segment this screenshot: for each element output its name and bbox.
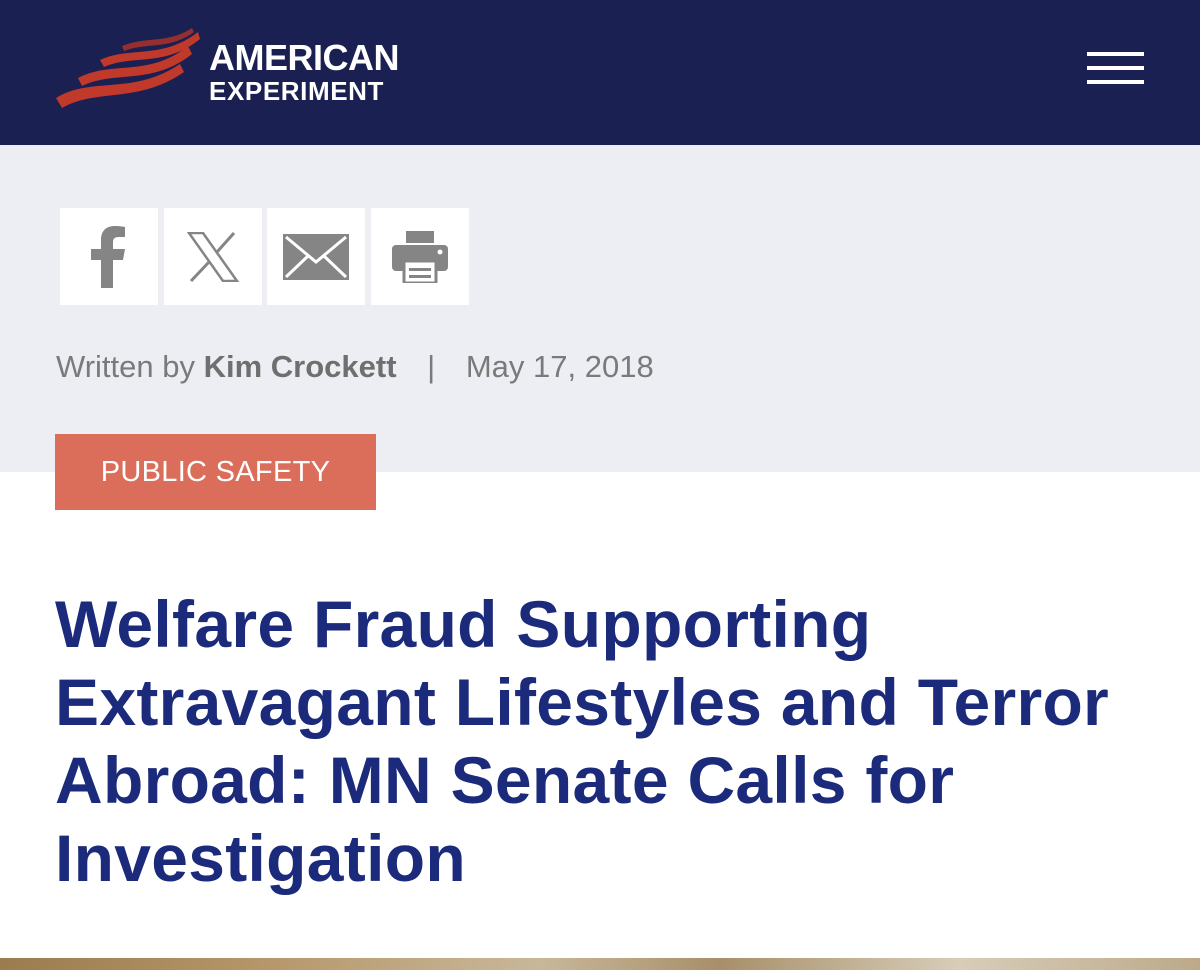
publish-date: May 17, 2018 [459, 349, 696, 395]
byline-prefix: Written by [56, 349, 195, 384]
share-print-button[interactable] [371, 208, 469, 305]
facebook-icon [91, 225, 125, 288]
author-name[interactable]: Kim Crockett [204, 349, 397, 384]
site-logo[interactable]: AMERICAN EXPERIMENT [52, 26, 432, 116]
logo-line-1: AMERICAN [209, 37, 400, 78]
email-icon [283, 233, 349, 280]
print-icon [392, 230, 448, 283]
x-icon [187, 231, 239, 282]
site-header: AMERICAN EXPERIMENT [0, 0, 1200, 145]
article-meta-band [0, 145, 1200, 472]
publish-date-text: May 17, 2018 [465, 349, 654, 384]
byline-separator: | [427, 349, 436, 384]
logo-line-2: EXPERIMENT [209, 76, 385, 106]
category-tag[interactable]: PUBLIC SAFETY [55, 434, 376, 510]
menu-bar [1087, 52, 1144, 56]
hero-image [0, 958, 1200, 970]
hamburger-icon[interactable] [1085, 52, 1145, 86]
share-email-button[interactable] [267, 208, 365, 305]
article-title: Welfare Fraud Supporting Extravagant Lif… [55, 587, 1110, 895]
logo-wordmark: AMERICAN EXPERIMENT [209, 37, 400, 106]
flag-icon [56, 28, 200, 108]
menu-bar [1087, 66, 1144, 70]
share-x-button[interactable] [164, 208, 262, 305]
menu-bar [1087, 80, 1144, 84]
share-facebook-button[interactable] [60, 208, 158, 305]
article-byline: Written by Kim Crockett | May 17, 2018 [56, 349, 696, 395]
